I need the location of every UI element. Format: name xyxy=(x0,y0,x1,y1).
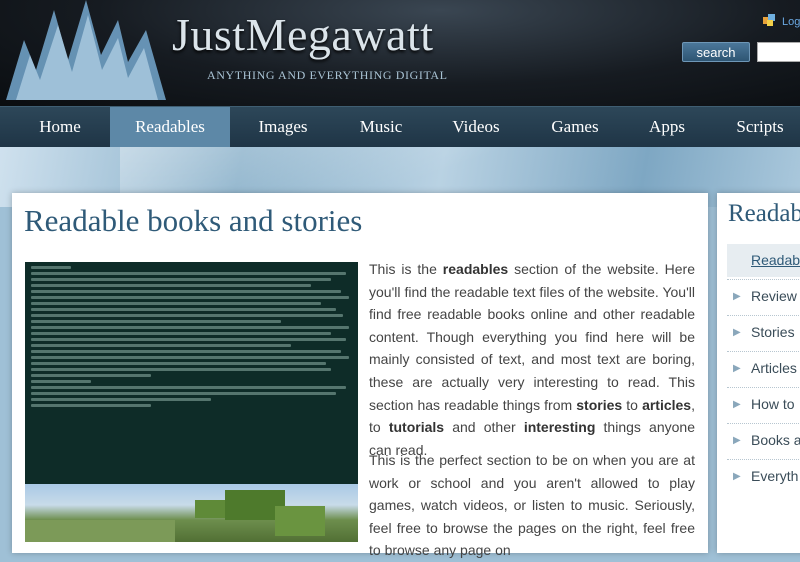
chevron-right-icon: ▶ xyxy=(733,471,741,482)
second-paragraph: This is the perfect section to be on whe… xyxy=(369,452,695,559)
nav-videos[interactable]: Videos xyxy=(434,107,518,147)
sidebar-item-everything[interactable]: ▶ Everyth xyxy=(727,459,800,495)
sidebar-item-books[interactable]: ▶ Books a xyxy=(727,423,800,459)
site-header: JustMegawatt ANYTHING AND EVERYTHING DIG… xyxy=(0,0,800,106)
page-title: Readable books and stories xyxy=(24,203,363,238)
banner-highlight xyxy=(120,147,640,195)
nav-apps[interactable]: Apps xyxy=(630,107,704,147)
nav-images[interactable]: Images xyxy=(238,107,328,147)
lightning-logo-icon[interactable] xyxy=(6,0,176,106)
search-input[interactable] xyxy=(757,42,800,62)
keyword-tutorials: tutorials xyxy=(388,419,445,436)
keyword-stories: stories xyxy=(576,396,623,413)
keyword-interesting: interesting xyxy=(523,419,596,436)
keyword-articles: articles xyxy=(642,396,692,413)
intro-paragraph: This is the readables section of the web… xyxy=(369,261,695,458)
nav-games[interactable]: Games xyxy=(532,107,618,147)
sidebar-item-reviews[interactable]: ▶ Review xyxy=(727,279,800,315)
sidebar-item-howto[interactable]: ▶ How to xyxy=(727,387,800,423)
sidebar-title: Readab xyxy=(728,200,800,227)
nav-scripts[interactable]: Scripts xyxy=(716,107,800,147)
main-nav: Home Readables Images Music Videos Games… xyxy=(0,106,800,147)
thumbnail-game-scene xyxy=(25,484,358,542)
sidebar-item-readables[interactable]: Readab xyxy=(751,252,800,268)
nav-music[interactable]: Music xyxy=(340,107,422,147)
login-link[interactable]: Log xyxy=(782,16,800,28)
thumbnail-text-image xyxy=(25,262,358,484)
site-tagline: ANYTHING AND EVERYTHING DIGITAL xyxy=(207,68,448,82)
chevron-right-icon: ▶ xyxy=(733,399,741,410)
keyword-readables: readables xyxy=(442,261,509,277)
chevron-right-icon: ▶ xyxy=(733,291,741,302)
login-icon[interactable] xyxy=(762,13,778,27)
nav-readables[interactable]: Readables xyxy=(110,107,230,147)
sidebar-item-stories[interactable]: ▶ Stories xyxy=(727,315,800,351)
chevron-right-icon: ▶ xyxy=(733,435,741,446)
search-button[interactable]: search xyxy=(682,42,750,62)
chevron-right-icon: ▶ xyxy=(733,327,741,338)
chevron-right-icon: ▶ xyxy=(733,363,741,374)
nav-home[interactable]: Home xyxy=(18,107,102,147)
article-thumbnail[interactable] xyxy=(25,262,358,542)
site-title[interactable]: JustMegawatt xyxy=(172,8,434,61)
sidebar-item-articles[interactable]: ▶ Articles xyxy=(727,351,800,387)
